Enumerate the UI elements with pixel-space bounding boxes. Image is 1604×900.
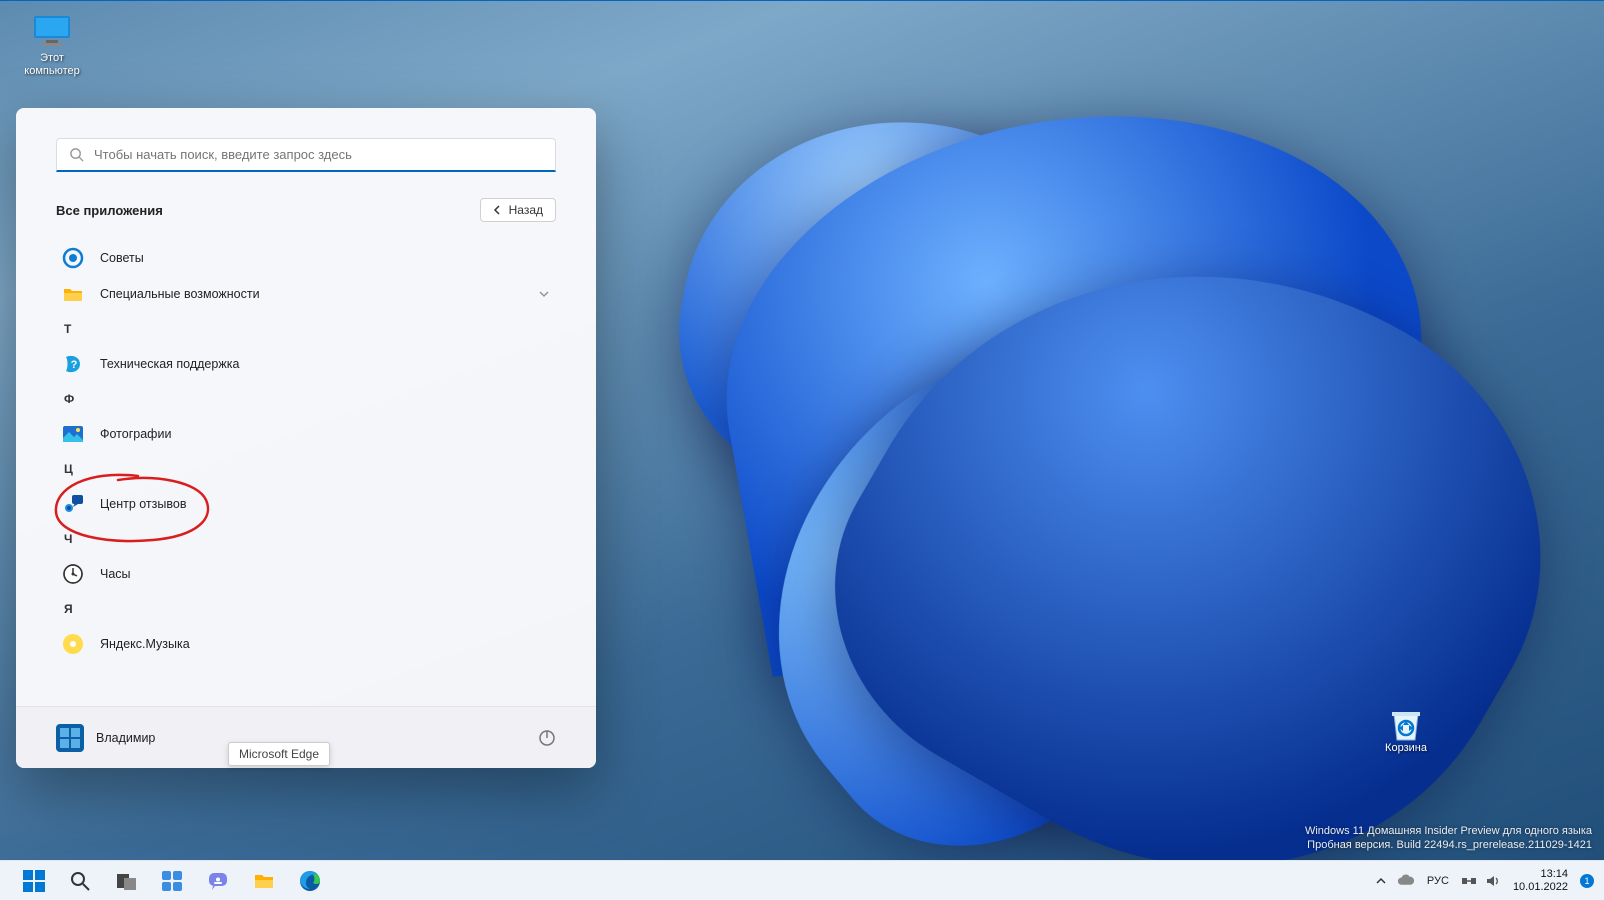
- tips-icon: [62, 247, 84, 269]
- app-item-clock[interactable]: Часы: [56, 556, 556, 592]
- volume-tray-icon[interactable]: [1485, 869, 1501, 893]
- desktop-icon-label: Этоткомпьютер: [14, 52, 90, 78]
- windows-logo-icon: [23, 870, 45, 892]
- speaker-icon: [1485, 873, 1501, 889]
- back-button[interactable]: Назад: [480, 198, 556, 222]
- edge-icon: [299, 870, 321, 892]
- taskbar: РУС 13:14 10.01.2022 1: [0, 860, 1604, 900]
- windows-watermark: Windows 11 Домашняя Insider Preview для …: [1305, 824, 1592, 852]
- widgets-button[interactable]: [160, 869, 184, 893]
- chevron-down-icon: [538, 288, 550, 300]
- all-apps-heading: Все приложения: [56, 203, 163, 218]
- search-icon: [69, 870, 91, 892]
- task-view-button[interactable]: [114, 869, 138, 893]
- app-item-tips[interactable]: Советы: [56, 240, 556, 276]
- start-button[interactable]: [22, 869, 46, 893]
- app-item-photos[interactable]: Фотографии: [56, 416, 556, 452]
- svg-text:?: ?: [71, 359, 78, 371]
- tray-overflow-button[interactable]: [1373, 869, 1389, 893]
- chat-button[interactable]: [206, 869, 230, 893]
- letter-heading[interactable]: Ч: [56, 522, 556, 556]
- letter-heading[interactable]: Т: [56, 312, 556, 346]
- widgets-icon: [161, 870, 183, 892]
- search-icon: [69, 147, 84, 162]
- edge-button[interactable]: [298, 869, 322, 893]
- taskbar-tooltip: Microsoft Edge: [228, 742, 330, 766]
- feedback-hub-icon: [62, 493, 84, 515]
- app-item-tech-support[interactable]: ? Техническая поддержка: [56, 346, 556, 382]
- desktop-icon-recycle-bin[interactable]: Корзина: [1368, 704, 1444, 755]
- network-tray-icon[interactable]: [1461, 869, 1477, 893]
- onedrive-tray-icon[interactable]: [1397, 869, 1415, 893]
- monitor-icon: [32, 14, 72, 48]
- task-view-icon: [115, 870, 137, 892]
- folder-icon: [62, 283, 84, 305]
- desktop-icon-this-pc[interactable]: Этоткомпьютер: [14, 14, 90, 78]
- start-search-input[interactable]: [94, 147, 543, 162]
- search-button[interactable]: [68, 869, 92, 893]
- cloud-icon: [1397, 874, 1415, 887]
- power-button[interactable]: [538, 729, 556, 747]
- top-border: [0, 0, 1604, 1]
- explorer-button[interactable]: [252, 869, 276, 893]
- language-indicator[interactable]: РУС: [1423, 875, 1453, 887]
- help-icon: ?: [62, 353, 84, 375]
- user-account-button[interactable]: Владимир: [56, 724, 155, 752]
- letter-heading[interactable]: Ц: [56, 452, 556, 486]
- recycle-bin-icon: [1386, 704, 1426, 738]
- app-item-accessibility[interactable]: Специальные возможности: [56, 276, 556, 312]
- photos-icon: [62, 423, 84, 445]
- user-avatar-icon: [56, 724, 84, 752]
- ethernet-icon: [1461, 873, 1477, 889]
- folder-icon: [253, 870, 275, 892]
- start-menu: Все приложения Назад Советы Специальные …: [16, 108, 596, 768]
- start-search-box[interactable]: [56, 138, 556, 172]
- app-list: Советы Специальные возможности Т ? Техни…: [56, 240, 556, 662]
- letter-heading[interactable]: Я: [56, 592, 556, 626]
- letter-heading[interactable]: Ф: [56, 382, 556, 416]
- app-item-yandex-music[interactable]: Яндекс.Музыка: [56, 626, 556, 662]
- taskbar-clock[interactable]: 13:14 10.01.2022: [1509, 868, 1572, 894]
- notification-badge[interactable]: 1: [1580, 874, 1594, 888]
- yandex-music-icon: [62, 633, 84, 655]
- chevron-left-icon: [493, 205, 503, 215]
- chat-icon: [207, 870, 229, 892]
- clock-icon: [62, 563, 84, 585]
- user-name: Владимир: [96, 731, 155, 745]
- desktop-icon-label: Корзина: [1368, 742, 1444, 755]
- app-item-feedback-hub[interactable]: Центр отзывов: [56, 486, 556, 522]
- chevron-up-icon: [1375, 875, 1387, 887]
